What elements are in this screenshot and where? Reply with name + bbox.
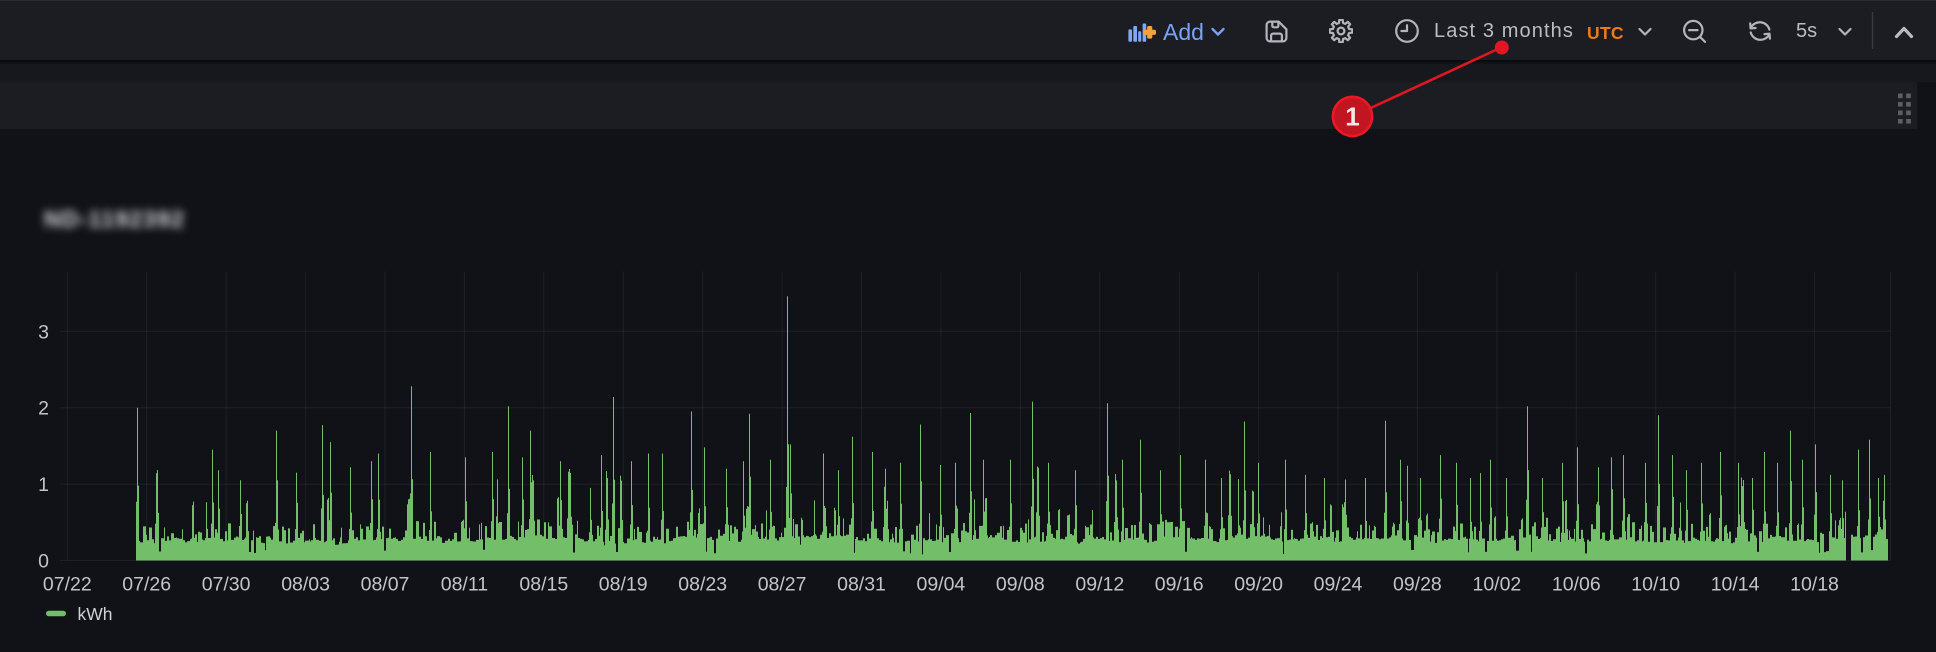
svg-text:1: 1	[1345, 102, 1359, 132]
